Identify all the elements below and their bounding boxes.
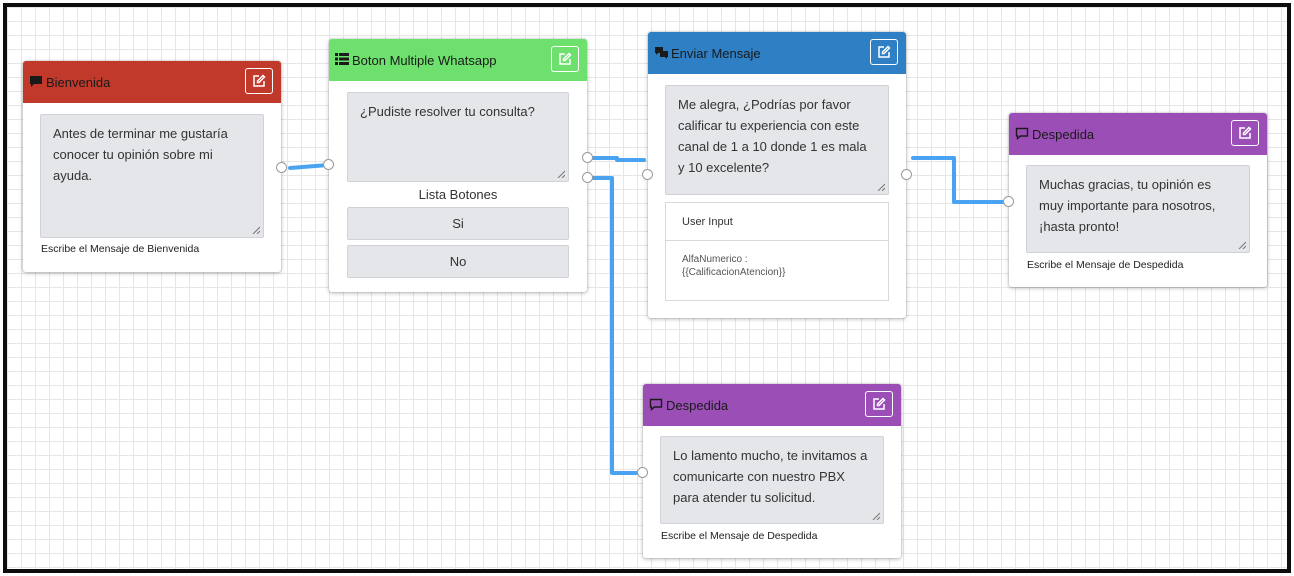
node-despedida-bottom-caption: Escribe el Mensaje de Despedida	[661, 530, 818, 542]
node-boton-multiple-message-text: ¿Pudiste resolver tu consulta?	[360, 104, 535, 119]
node-despedida-top-title: Despedida	[1032, 126, 1095, 142]
user-input-variable: {{CalificacionAtencion}}	[682, 267, 786, 278]
edit-icon	[253, 74, 266, 87]
list-icon	[335, 53, 350, 67]
node-bienvenida-header: Bienvenida	[23, 61, 281, 103]
node-enviar-mensaje-edit-button[interactable]	[870, 39, 898, 65]
user-input-type: AlfaNumerico :	[682, 254, 748, 265]
edit-icon	[1239, 126, 1252, 139]
node-despedida-top-message[interactable]: Muchas gracias, tu opinión es muy import…	[1026, 165, 1250, 253]
button-option-no[interactable]: No	[347, 245, 569, 278]
edit-icon	[559, 52, 572, 65]
user-input-header: User Input	[666, 203, 888, 241]
connector-boton-no-to-despedida-bottom	[590, 176, 641, 475]
node-boton-multiple-list-label: Lista Botones	[418, 187, 498, 202]
node-enviar-mensaje[interactable]: Enviar Mensaje Me alegra, ¿Podrías por f…	[648, 32, 906, 318]
node-bienvenida-message-text: Antes de terminar me gustaría conocer tu…	[53, 126, 228, 183]
port-boton-si-out[interactable]	[582, 152, 593, 163]
resize-handle-icon[interactable]	[1238, 241, 1246, 249]
node-bienvenida-caption: Escribe el Mensaje de Bienvenida	[41, 243, 200, 255]
comment-icon	[29, 75, 44, 89]
node-despedida-bottom[interactable]: Despedida Lo lamento mucho, te invitamos…	[643, 384, 901, 558]
comment-outline-icon	[649, 398, 664, 412]
node-bienvenida-message[interactable]: Antes de terminar me gustaría conocer tu…	[40, 114, 264, 238]
comments-icon	[654, 46, 669, 60]
node-boton-multiple-edit-button[interactable]	[551, 46, 579, 72]
flow-canvas[interactable]: Bienvenida Antes de terminar me gustaría…	[3, 3, 1291, 573]
edit-icon	[878, 45, 891, 58]
comment-outline-icon	[1015, 127, 1030, 141]
node-boton-multiple-message[interactable]: ¿Pudiste resolver tu consulta?	[347, 92, 569, 182]
node-despedida-bottom-header: Despedida	[643, 384, 901, 426]
connector-boton-si-to-enviar	[590, 156, 646, 162]
node-despedida-top-header: Despedida	[1009, 113, 1267, 155]
port-boton-multiple-in[interactable]	[323, 159, 334, 170]
port-enviar-mensaje-in[interactable]	[642, 169, 653, 180]
node-despedida-top-caption: Escribe el Mensaje de Despedida	[1027, 259, 1184, 271]
user-input-body: AlfaNumerico : {{CalificacionAtencion}}	[666, 241, 888, 291]
node-bienvenida-edit-button[interactable]	[245, 68, 273, 94]
node-boton-multiple[interactable]: Boton Multiple Whatsapp ¿Pudiste resolve…	[329, 39, 587, 292]
resize-handle-icon[interactable]	[872, 512, 880, 520]
node-despedida-top[interactable]: Despedida Muchas gracias, tu opinión es …	[1009, 113, 1267, 287]
node-enviar-mensaje-message[interactable]: Me alegra, ¿Podrías por favor calificar …	[665, 85, 889, 195]
node-enviar-mensaje-user-input[interactable]: User Input AlfaNumerico : {{Calificacion…	[665, 202, 889, 301]
node-despedida-bottom-message[interactable]: Lo lamento mucho, te invitamos a comunic…	[660, 436, 884, 524]
port-bienvenida-out[interactable]	[276, 162, 287, 173]
node-boton-multiple-title: Boton Multiple Whatsapp	[352, 52, 497, 68]
node-despedida-bottom-message-text: Lo lamento mucho, te invitamos a comunic…	[673, 448, 868, 505]
node-enviar-mensaje-header: Enviar Mensaje	[648, 32, 906, 74]
resize-handle-icon[interactable]	[252, 226, 260, 234]
node-despedida-bottom-title: Despedida	[666, 397, 729, 413]
connector-enviar-to-despedida-top	[911, 156, 1007, 204]
port-enviar-mensaje-out[interactable]	[901, 169, 912, 180]
node-despedida-bottom-edit-button[interactable]	[865, 391, 893, 417]
port-despedida-top-in[interactable]	[1003, 196, 1014, 207]
node-bienvenida[interactable]: Bienvenida Antes de terminar me gustaría…	[23, 61, 281, 272]
resize-handle-icon[interactable]	[877, 183, 885, 191]
node-boton-multiple-header: Boton Multiple Whatsapp	[329, 39, 587, 81]
node-bienvenida-title: Bienvenida	[46, 74, 111, 90]
port-boton-no-out[interactable]	[582, 172, 593, 183]
edit-icon	[873, 397, 886, 410]
node-despedida-top-edit-button[interactable]	[1231, 120, 1259, 146]
node-despedida-top-message-text: Muchas gracias, tu opinión es muy import…	[1039, 177, 1216, 234]
port-despedida-bottom-in[interactable]	[637, 467, 648, 478]
resize-handle-icon[interactable]	[557, 170, 565, 178]
node-enviar-mensaje-message-text: Me alegra, ¿Podrías por favor calificar …	[678, 97, 867, 175]
button-option-si[interactable]: Si	[347, 207, 569, 240]
node-enviar-mensaje-title: Enviar Mensaje	[671, 45, 761, 61]
